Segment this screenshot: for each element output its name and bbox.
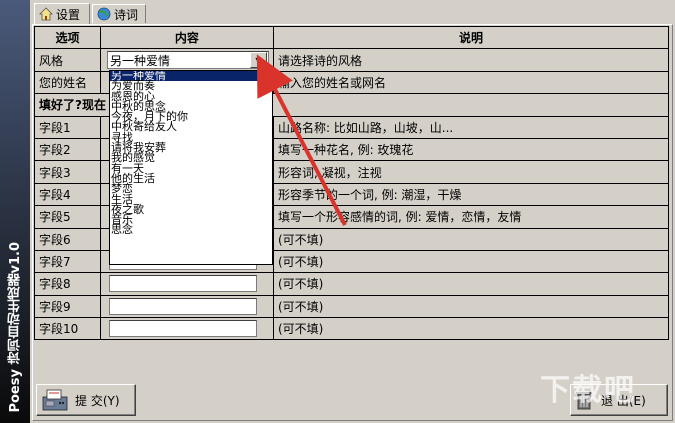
dropdown-option[interactable]: 他的生活 xyxy=(110,173,272,184)
dropdown-option[interactable]: 思念 xyxy=(110,224,272,235)
field-cell xyxy=(99,317,274,341)
field-description: (可不填) xyxy=(272,317,670,341)
field-description: (可不填) xyxy=(272,294,670,319)
table-header-row: 选项 内容 说明 xyxy=(34,25,670,50)
table-row: 字段9 (可不填) xyxy=(34,294,670,319)
field-input[interactable] xyxy=(108,320,257,338)
field-label: 字段5 xyxy=(34,205,101,229)
field-label: 字段4 xyxy=(34,182,101,207)
house-icon xyxy=(39,7,53,21)
field-label: 字段1 xyxy=(34,115,101,139)
globe-icon xyxy=(97,7,111,21)
field-description: 山路名称: 比如山路，山坡，山... xyxy=(272,115,670,139)
sidebar-banner: Poesy 诗词自动生成器v1.0 xyxy=(0,0,30,423)
dropdown-option[interactable]: 梦恋 xyxy=(110,183,272,194)
style-select-value: 另一种爱情 xyxy=(109,53,170,68)
style-cell: 另一种爱情 ▼ xyxy=(99,48,274,72)
field-description: (可不填) xyxy=(272,227,670,251)
header-content: 内容 xyxy=(99,25,274,50)
style-label: 风格 xyxy=(34,48,101,72)
tab-settings-label: 设置 xyxy=(56,7,81,22)
table-row-style: 风格 另一种爱情 ▼ 请选择诗的风格 xyxy=(34,48,670,72)
style-description: 请选择诗的风格 xyxy=(272,48,670,72)
field-label: 字段3 xyxy=(34,160,101,184)
field-cell xyxy=(99,272,274,296)
chevron-down-icon[interactable]: ▼ xyxy=(249,52,267,69)
header-option: 选项 xyxy=(34,25,101,50)
submit-button[interactable]: 提 交(Y) xyxy=(36,384,136,416)
field-description: (可不填) xyxy=(272,249,670,274)
tab-poems-label: 诗词 xyxy=(114,7,139,22)
field-label: 字段6 xyxy=(34,227,101,251)
style-dropdown-list[interactable]: 另一种爱情 为爱而奏 感恩的心 中秋的思念 今夜，月下的你 中秋寄给友人 寻找 请将我安葬 我的… xyxy=(109,70,273,265)
field-description: 填写一种花名, 例: 玫瑰花 xyxy=(272,137,670,162)
field-description: 填写一个形容感情的词, 例: 爱情，恋情，友情 xyxy=(272,205,670,229)
dropdown-option[interactable]: 夜之歌 xyxy=(110,204,272,215)
dropdown-option[interactable]: 音乐 xyxy=(110,214,272,225)
field-description: (可不填) xyxy=(272,272,670,296)
field-cell xyxy=(99,294,274,319)
field-description: 形容词, 凝视，注视 xyxy=(272,160,670,184)
field-description: 形容季节的一个词, 例: 潮湿，干燥 xyxy=(272,182,670,207)
field-label: 字段2 xyxy=(34,137,101,162)
field-label: 字段10 xyxy=(34,317,101,341)
field-label: 字段9 xyxy=(34,294,101,319)
tab-poems[interactable]: 诗词 xyxy=(92,4,146,23)
table-row: 字段8 (可不填) xyxy=(34,272,670,296)
tab-settings[interactable]: 设置 xyxy=(34,3,90,24)
watermark: 下载吧 xyxy=(540,373,636,408)
name-label: 您的姓名 xyxy=(34,70,101,95)
fax-machine-icon xyxy=(42,389,68,411)
field-label: 字段7 xyxy=(34,249,101,274)
header-description: 说明 xyxy=(272,25,670,50)
table-row: 字段10 (可不填) xyxy=(34,317,670,341)
app-title: Poesy 诗词自动生成器v1.0 xyxy=(8,242,23,413)
dropdown-option[interactable]: 中秋寄给友人 xyxy=(110,121,272,132)
field-input[interactable] xyxy=(108,275,257,293)
name-description: 输入您的姓名或网名 xyxy=(272,70,670,95)
submit-label: 提 交(Y) xyxy=(75,393,120,408)
field-label: 字段8 xyxy=(34,272,101,296)
style-select[interactable]: 另一种爱情 ▼ xyxy=(106,51,269,70)
field-input[interactable] xyxy=(108,297,257,315)
